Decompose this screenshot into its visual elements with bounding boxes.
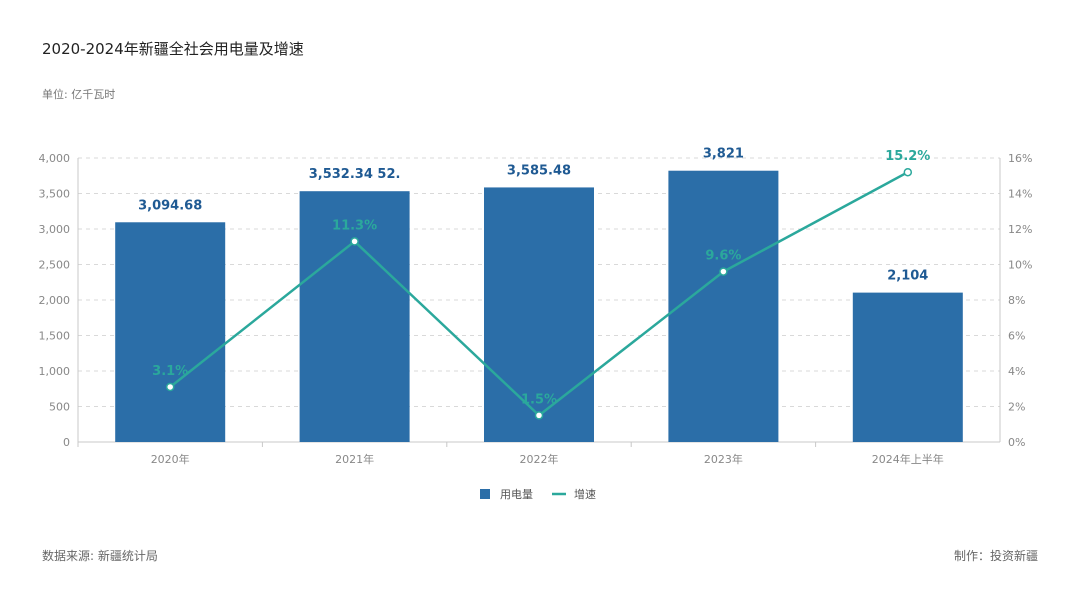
- y-right-tick-label: 0%: [1008, 436, 1025, 449]
- legend-line-label: 增速: [574, 487, 596, 501]
- y-left-tick-label: 4,000: [39, 152, 71, 165]
- bar: [115, 222, 226, 442]
- legend-bar-label: 用电量: [500, 488, 533, 501]
- growth-data-label: 9.6%: [705, 249, 741, 264]
- x-tick-label: 2021年: [335, 452, 374, 466]
- x-tick-label: 2024年上半年: [872, 452, 944, 466]
- y-right-tick-label: 12%: [1008, 223, 1032, 236]
- growth-data-label: 15.2%: [885, 149, 930, 164]
- growth-point: [903, 167, 913, 177]
- y-left-tick-label: 1,500: [39, 330, 71, 343]
- bar: [852, 292, 963, 442]
- growth-point: [534, 411, 544, 420]
- x-tick-label: 2020年: [151, 452, 190, 466]
- bar-data-label: 3,585.48: [507, 163, 571, 178]
- y-left-tick-label: 2,000: [39, 294, 71, 307]
- y-right-tick-label: 2%: [1008, 401, 1025, 414]
- growth-data-label: 3.1%: [152, 364, 188, 379]
- growth-data-label: 11.3%: [332, 218, 377, 233]
- data-source: 数据来源: 新疆统计局: [42, 549, 158, 563]
- y-right-tick-label: 10%: [1008, 259, 1032, 272]
- bar-data-label: 3,094.68: [138, 198, 202, 213]
- combo-chart: 0 500 1,000 1,500 2,000 2,500 3,000 3,500 4,000 0…: [39, 147, 1033, 501]
- maker-credit: 制作：投资新疆: [953, 549, 1038, 563]
- y-left-tick-label: 0: [63, 436, 70, 449]
- growth-point: [165, 382, 175, 392]
- growth-data-label: 1.5%: [521, 392, 557, 407]
- y-left-tick-label: 500: [49, 401, 70, 414]
- bar-data-label: 3,532.34 52.: [309, 167, 401, 182]
- legend-bar-swatch: [480, 489, 490, 499]
- y-right-tick-label: 16%: [1008, 152, 1032, 165]
- growth-point: [350, 237, 359, 246]
- legend: 用电量 增速: [480, 487, 596, 501]
- y-right-tick-label: 14%: [1008, 188, 1032, 201]
- x-tick-label: 2022年: [520, 452, 559, 466]
- bar: [668, 170, 779, 443]
- y-left-tick-label: 3,000: [39, 223, 71, 236]
- y-right-tick-label: 6%: [1008, 330, 1025, 343]
- y-right-tick-label: 8%: [1008, 294, 1025, 307]
- y-left-tick-label: 3,500: [39, 188, 71, 201]
- y-left-tick-label: 1,000: [39, 365, 71, 378]
- y-right-tick-label: 4%: [1008, 365, 1025, 378]
- y-left-tick-label: 2,500: [39, 259, 71, 272]
- bar-data-label: 3,821: [703, 147, 744, 162]
- bar-data-label: 2,104: [887, 269, 928, 284]
- x-tick-label: 2023年: [704, 452, 743, 466]
- growth-point: [719, 267, 728, 276]
